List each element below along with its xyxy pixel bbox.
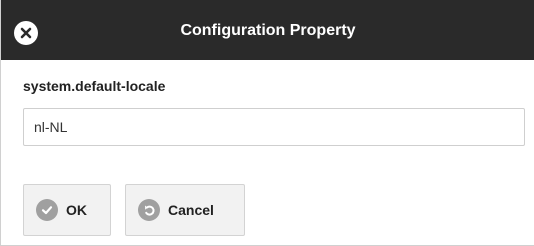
dialog-title: Configuration Property (180, 22, 356, 39)
configuration-property-dialog: Configuration Property system.default-lo… (0, 0, 534, 246)
field-label: system.default-locale (23, 78, 166, 94)
ok-label: OK (66, 202, 87, 218)
cancel-label: Cancel (168, 202, 214, 218)
locale-input[interactable] (23, 108, 525, 146)
close-icon (20, 27, 32, 39)
undo-circle-icon (138, 199, 160, 221)
check-circle-icon (36, 199, 58, 221)
ok-button[interactable]: OK (23, 184, 111, 236)
dialog-titlebar: Configuration Property (1, 0, 534, 60)
cancel-button[interactable]: Cancel (125, 184, 245, 236)
close-button[interactable] (14, 21, 38, 45)
